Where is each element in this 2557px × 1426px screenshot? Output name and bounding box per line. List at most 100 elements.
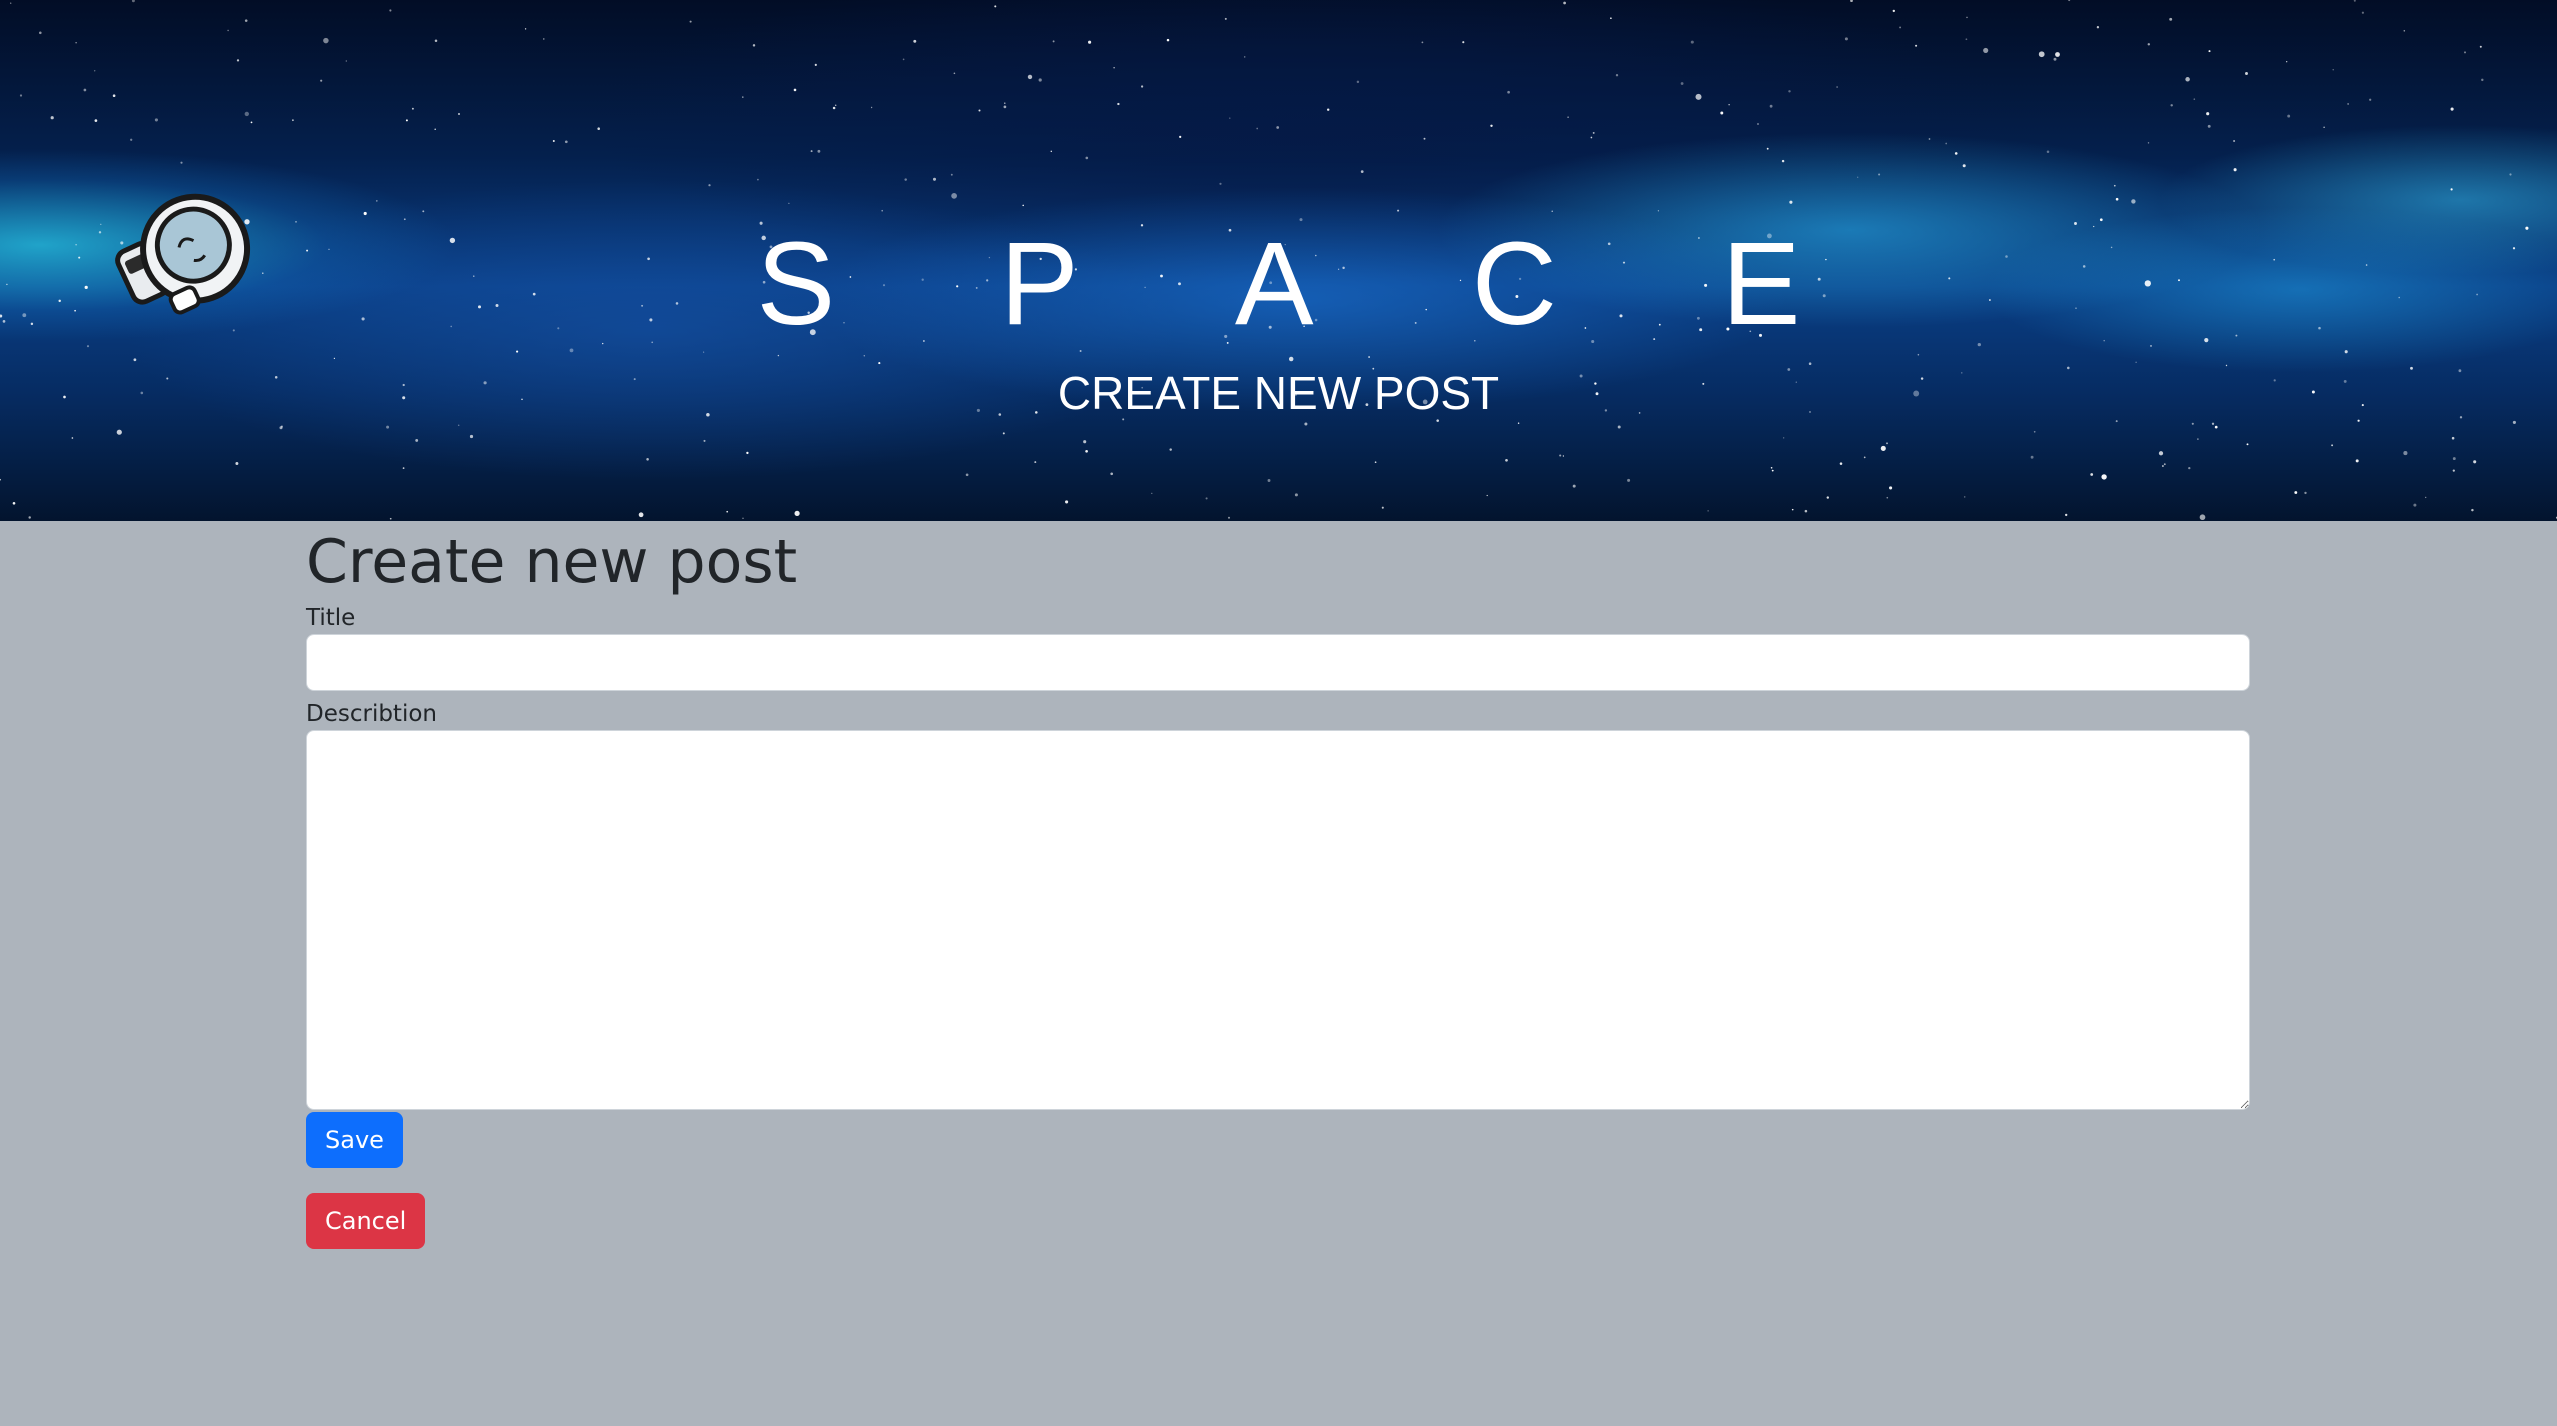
star (320, 79, 323, 82)
star (569, 348, 574, 353)
star (1140, 85, 1144, 88)
star (1771, 469, 1774, 472)
star (1983, 47, 1989, 53)
star (2294, 491, 2298, 494)
star (2115, 197, 2119, 201)
star (1027, 74, 1033, 80)
star (131, 0, 135, 3)
star (1850, 0, 1853, 3)
star (2161, 465, 2164, 467)
star (1720, 111, 1724, 115)
star (1839, 462, 1843, 465)
star (2199, 514, 2206, 521)
star (1227, 516, 1231, 519)
star (2347, 103, 2349, 105)
star (19, 94, 23, 97)
star (375, 200, 378, 202)
star (2452, 469, 2455, 472)
star (602, 342, 604, 345)
star (1085, 449, 1088, 453)
star (50, 116, 54, 120)
star (1065, 500, 1069, 504)
star (86, 345, 90, 348)
star (950, 173, 953, 176)
star (2099, 218, 2103, 222)
star (793, 88, 797, 92)
star (1486, 494, 1488, 497)
star (112, 94, 116, 97)
star (1083, 440, 1087, 444)
star (552, 139, 555, 143)
star (810, 150, 813, 153)
star (2033, 430, 2036, 433)
star (1769, 104, 1773, 108)
star (1179, 135, 1182, 139)
star (0, 478, 1, 481)
star (1757, 123, 1759, 125)
star (2369, 98, 2372, 101)
star (1836, 86, 1838, 88)
star (236, 59, 240, 62)
star (2344, 350, 2348, 354)
star (1617, 425, 1621, 429)
star (814, 63, 817, 66)
star (2158, 451, 2164, 456)
star (1276, 126, 1280, 129)
star (94, 119, 98, 122)
star (458, 113, 460, 115)
star (1356, 80, 1360, 84)
title-input[interactable] (306, 634, 2250, 691)
star (71, 437, 74, 439)
star (1507, 90, 1510, 94)
hero-banner: S P A C E CREATE NEW POST (0, 0, 2557, 521)
star (389, 9, 392, 12)
star (2450, 107, 2454, 111)
star (1022, 204, 1024, 207)
star (2286, 61, 2288, 63)
star (323, 37, 329, 44)
star (834, 104, 837, 106)
star (1857, 176, 1859, 178)
star (2509, 173, 2512, 176)
star (994, 5, 997, 8)
star (2512, 420, 2516, 424)
star (978, 109, 981, 112)
star (2450, 188, 2453, 191)
star (788, 202, 790, 205)
star (1360, 170, 1364, 173)
star (469, 434, 474, 439)
star (1945, 142, 1948, 145)
star (1878, 173, 1881, 176)
save-button[interactable]: Save (306, 1112, 403, 1168)
star (1551, 210, 1553, 212)
star (1368, 356, 1371, 358)
description-textarea[interactable] (306, 730, 2250, 1110)
star (638, 512, 644, 518)
star (2233, 168, 2237, 172)
star (2225, 364, 2228, 367)
star (2055, 52, 2060, 57)
star (951, 193, 957, 199)
star (1728, 104, 1730, 106)
star (1381, 506, 1384, 509)
star (1572, 484, 1576, 488)
page-title: Create new post (306, 527, 798, 597)
star (2353, 0, 2356, 2)
cancel-button[interactable]: Cancel (306, 1193, 426, 1249)
star (1113, 67, 1115, 69)
star (2206, 112, 2210, 116)
star (2135, 361, 2137, 363)
star (1038, 78, 1042, 82)
star (1615, 74, 1619, 77)
star (1788, 90, 1791, 93)
star (1804, 509, 1808, 513)
star (794, 510, 800, 517)
star (689, 20, 692, 23)
star (913, 39, 917, 43)
star (1962, 164, 1966, 168)
star (1169, 448, 1172, 451)
star (932, 177, 937, 181)
star (1004, 102, 1006, 104)
star (1559, 454, 1562, 457)
star (1886, 496, 1889, 499)
